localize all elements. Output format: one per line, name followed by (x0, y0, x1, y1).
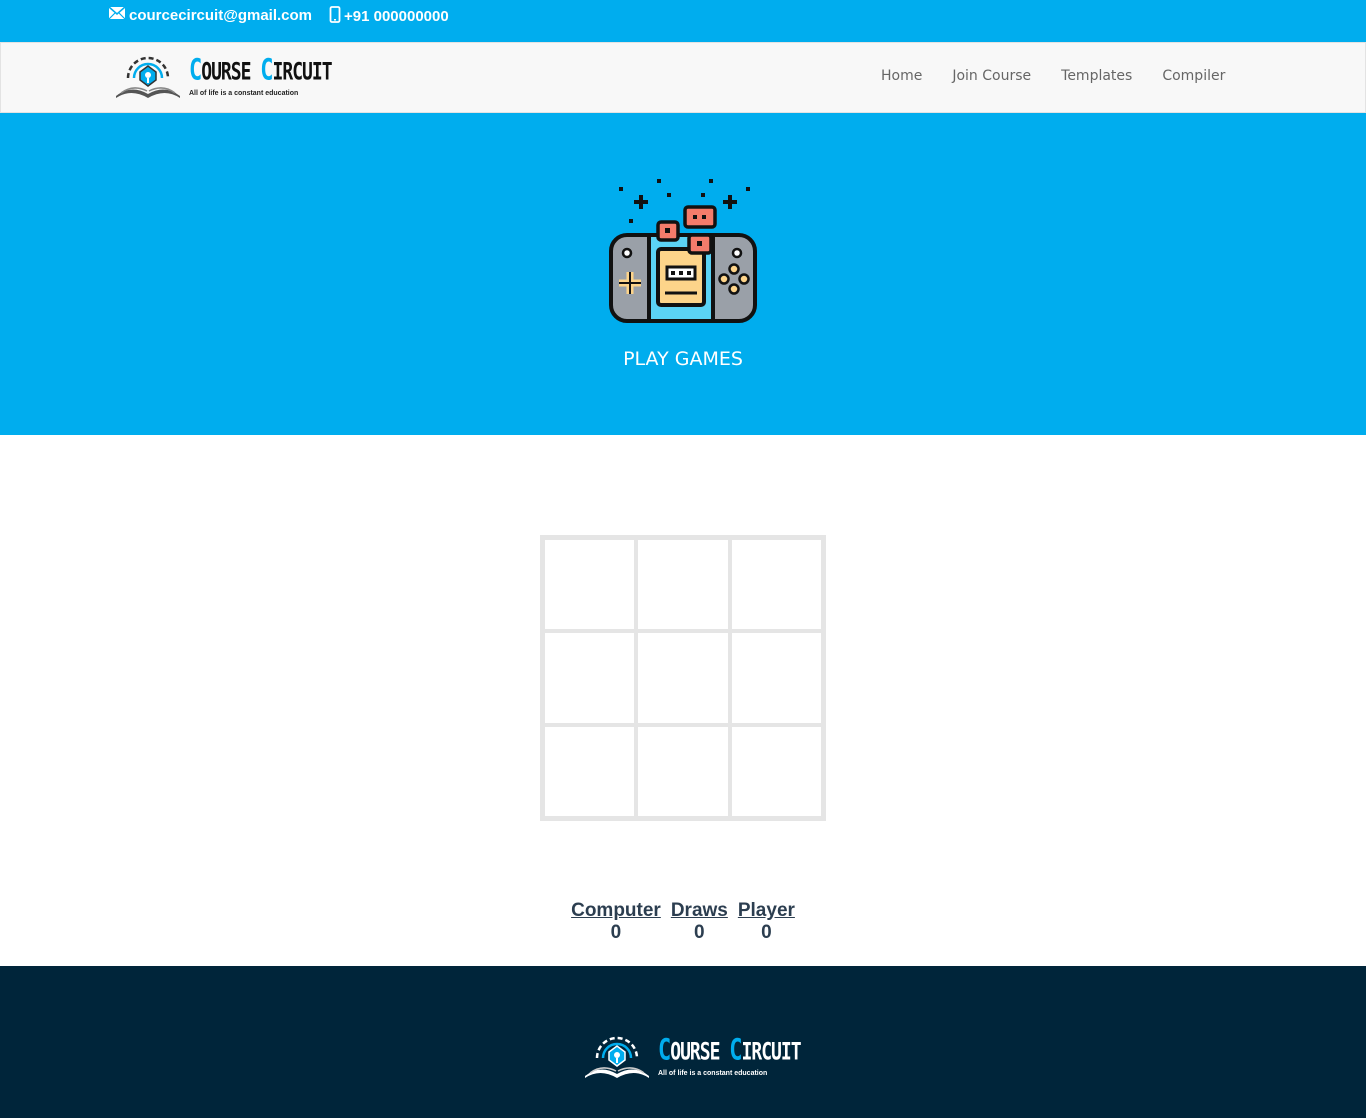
score-label: Computer (571, 900, 661, 921)
logo-book-icon (582, 1036, 652, 1085)
score-computer: Computer 0 (571, 900, 661, 944)
navbar: COURSE CIRCUIT All of life is a constant… (0, 42, 1366, 113)
board-cell[interactable] (729, 631, 823, 725)
nav-templates[interactable]: Templates (1061, 68, 1132, 84)
logo-text: COURSE CIRCUIT All of life is a constant… (189, 56, 333, 97)
email-text: courcecircuit@gmail.com (129, 6, 313, 24)
board-cell[interactable] (729, 724, 823, 818)
board-cell[interactable] (543, 631, 637, 725)
board-cell[interactable] (543, 724, 637, 818)
board-cell[interactable] (729, 538, 823, 632)
mobile-phone-icon (329, 6, 344, 27)
board-cell[interactable] (636, 538, 730, 632)
envelope-icon (108, 6, 129, 24)
brand-name: COURSE CIRCUIT (189, 53, 333, 88)
hero-banner: PLAY GAMES (0, 113, 1366, 435)
nav-menu: Home Join Course Templates Compiler (881, 68, 1255, 84)
logo-text: COURSE CIRCUIT All of life is a constant… (658, 1036, 802, 1077)
site-logo[interactable]: COURSE CIRCUIT All of life is a constant… (113, 56, 333, 105)
score-value: 0 (694, 922, 705, 943)
brand-name: COURSE CIRCUIT (658, 1033, 802, 1068)
brand-tagline: All of life is a constant education (189, 90, 299, 97)
email-contact[interactable]: courcecircuit@gmail.com (108, 6, 312, 24)
board-cell[interactable] (636, 724, 730, 818)
tic-tac-toe-board (540, 535, 826, 821)
page-title: PLAY GAMES (623, 348, 743, 370)
score-player: Player 0 (738, 900, 795, 944)
score-value: 0 (610, 922, 622, 943)
score-label: Draws (670, 900, 728, 921)
score-draws: Draws 0 (671, 900, 728, 944)
top-contact-bar: courcecircuit@gmail.com +91 000000000 (0, 0, 1366, 42)
phone-text: +91 000000000 (344, 8, 449, 25)
nav-compiler[interactable]: Compiler (1162, 68, 1225, 84)
brand-tagline: All of life is a constant education (658, 1070, 768, 1077)
scoreboard: Computer 0 Draws 0 Player 0 (0, 900, 1366, 944)
nav-join-course[interactable]: Join Course (952, 68, 1031, 84)
score-value: 0 (761, 922, 772, 943)
footer-logo[interactable]: COURSE CIRCUIT All of life is a constant… (582, 1036, 802, 1085)
board-cell[interactable] (636, 631, 730, 725)
score-label: Player (737, 900, 795, 921)
game-console-icon (605, 177, 760, 332)
phone-contact[interactable]: +91 000000000 (329, 6, 449, 27)
board-cell[interactable] (543, 538, 637, 632)
footer: COURSE CIRCUIT All of life is a constant… (0, 966, 1366, 1118)
logo-book-icon (113, 56, 183, 105)
nav-home[interactable]: Home (881, 68, 922, 84)
